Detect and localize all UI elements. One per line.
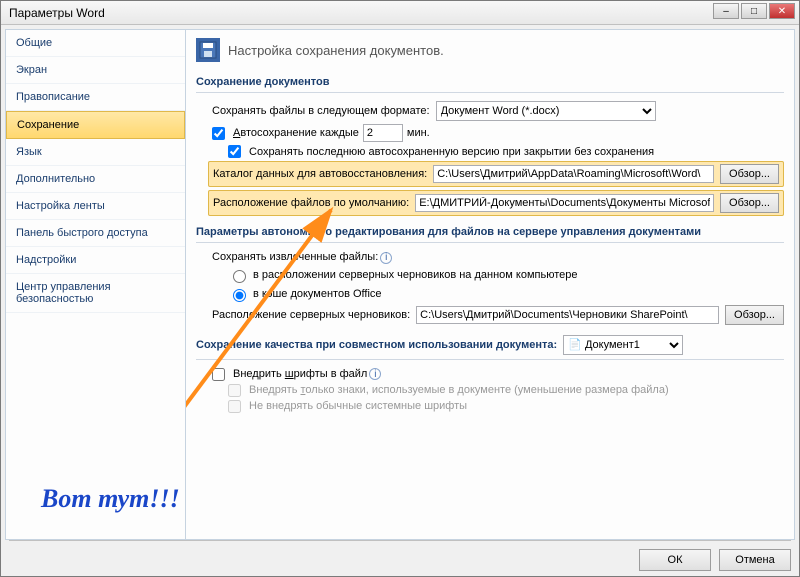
drafts-cache-label: в кэше документов Office (253, 288, 382, 300)
window-title: Параметры Word (5, 6, 795, 20)
embed-only-label: Внедрять только знаки, используемые в до… (249, 384, 669, 396)
drafts-path-label: Расположение серверных черновиков: (212, 309, 410, 321)
autorec-browse-button[interactable]: Обзор... (720, 164, 779, 184)
drafts-path[interactable] (416, 306, 719, 324)
embed-only-checkbox (228, 384, 241, 397)
page-subtitle: Настройка сохранения документов. (228, 43, 444, 58)
sidebar-item-proofing[interactable]: Правописание (6, 84, 185, 111)
embed-fonts-checkbox[interactable] (212, 368, 225, 381)
drafts-local-radio[interactable] (233, 270, 246, 283)
options-dialog: Параметры Word – □ ✕ Общие Экран Правопи… (0, 0, 800, 577)
sidebar-item-save[interactable]: Сохранение (6, 111, 185, 139)
dialog-footer: ОК Отмена (9, 540, 791, 572)
autosave-interval[interactable] (363, 124, 403, 142)
minimize-button[interactable]: – (713, 3, 739, 19)
close-button[interactable]: ✕ (769, 3, 795, 19)
titlebar: Параметры Word – □ ✕ (1, 1, 799, 25)
sidebar-item-language[interactable]: Язык (6, 139, 185, 166)
sidebar-item-ribbon[interactable]: Настройка ленты (6, 193, 185, 220)
sidebar-item-trust[interactable]: Центр управления безопасностью (6, 274, 185, 313)
info-icon[interactable]: i (380, 252, 392, 264)
save-format-select[interactable]: Документ Word (*.docx) (436, 101, 656, 121)
autorec-label: Каталог данных для автовосстановления: (213, 168, 427, 180)
info-icon[interactable]: i (369, 368, 381, 380)
defaultloc-browse-button[interactable]: Обзор... (720, 193, 779, 213)
sidebar-item-addins[interactable]: Надстройки (6, 247, 185, 274)
section-offline: Параметры автономного редактирования для… (196, 222, 784, 243)
keep-last-checkbox[interactable] (228, 145, 241, 158)
sidebar-item-qat[interactable]: Панель быстрого доступа (6, 220, 185, 247)
main-panel: Настройка сохранения документов. Сохране… (186, 30, 794, 539)
quality-doc-select[interactable]: 📄 Документ1 (563, 335, 683, 355)
section-quality: Сохранение качества при совместном испол… (196, 331, 784, 360)
save-icon (196, 38, 220, 62)
embed-fonts-label: Внедрить шрифты в файлi (233, 368, 381, 381)
sidebar-item-display[interactable]: Экран (6, 57, 185, 84)
ok-button[interactable]: ОК (639, 549, 711, 571)
drafts-cache-radio[interactable] (233, 289, 246, 302)
autosave-checkbox[interactable] (212, 127, 225, 140)
sidebar: Общие Экран Правописание Сохранение Язык… (6, 30, 186, 539)
cancel-button[interactable]: Отмена (719, 549, 791, 571)
autosave-unit: мин. (407, 127, 430, 139)
not-embed-checkbox (228, 400, 241, 413)
autosave-label: Автосохранение каждые (233, 127, 359, 139)
drafts-local-label: в расположении серверных черновиков на д… (253, 269, 577, 281)
keep-last-label: Сохранять последнюю автосохраненную верс… (249, 146, 654, 158)
section-save-docs: Сохранение документов (196, 72, 784, 93)
sidebar-item-general[interactable]: Общие (6, 30, 185, 57)
defaultloc-path[interactable] (415, 194, 714, 212)
sidebar-item-advanced[interactable]: Дополнительно (6, 166, 185, 193)
defaultloc-label: Расположение файлов по умолчанию: (213, 197, 409, 209)
save-format-label: Сохранять файлы в следующем формате: (212, 105, 430, 117)
not-embed-label: Не внедрять обычные системные шрифты (249, 400, 467, 412)
maximize-button[interactable]: □ (741, 3, 767, 19)
autorec-path[interactable] (433, 165, 714, 183)
save-checked-label: Сохранять извлеченные файлы:i (212, 251, 392, 264)
drafts-browse-button[interactable]: Обзор... (725, 305, 784, 325)
